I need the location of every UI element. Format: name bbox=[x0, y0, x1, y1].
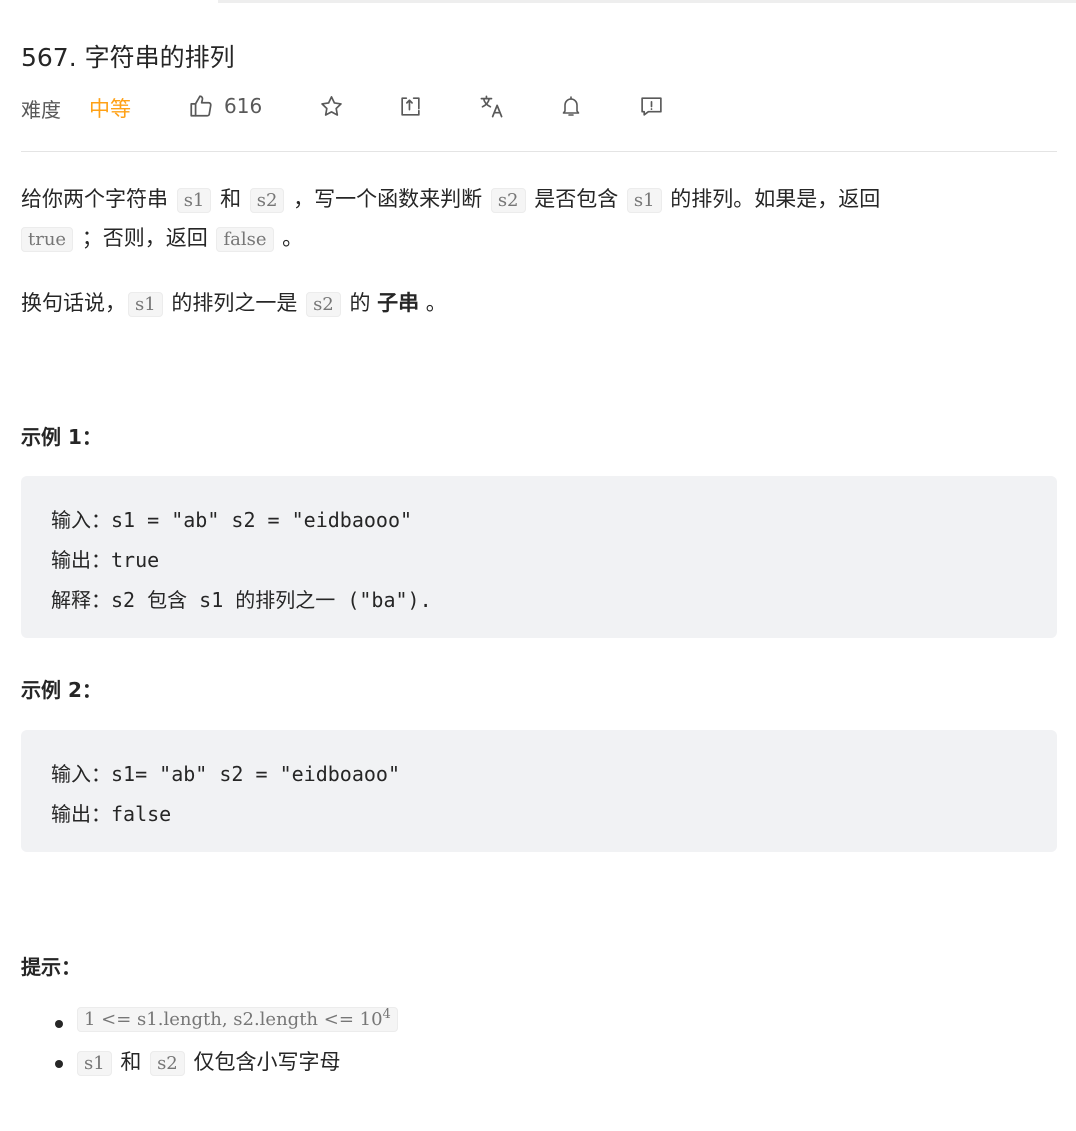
subscribe-button[interactable] bbox=[559, 92, 583, 120]
example-2-heading: 示例 2： bbox=[21, 678, 102, 702]
text: 。 bbox=[419, 291, 447, 315]
inline-code: s1 bbox=[176, 188, 212, 213]
bell-icon bbox=[559, 93, 583, 119]
text: 的排列之一是 bbox=[164, 291, 305, 315]
top-scroll-bar bbox=[218, 0, 1076, 3]
text: 的 bbox=[342, 291, 378, 315]
bullet bbox=[55, 1020, 63, 1028]
share-button[interactable] bbox=[398, 92, 423, 120]
inline-code: s2 bbox=[150, 1051, 185, 1076]
text: ，写一个函数来判断 bbox=[286, 187, 489, 211]
list-item: s1 和 s2 仅包含小写字母 bbox=[55, 1046, 341, 1076]
share-icon bbox=[398, 94, 423, 119]
example-1-heading: 示例 1： bbox=[21, 425, 102, 449]
text: ；否则，返回 bbox=[75, 226, 215, 250]
text: 和 bbox=[113, 1050, 149, 1074]
thumbs-up-icon bbox=[188, 93, 214, 119]
example-2-block: 输入：s1= "ab" s2 = "eidboaoo" 输出：false bbox=[21, 730, 1057, 852]
text: 。 bbox=[275, 226, 304, 250]
text: 和 bbox=[213, 187, 248, 211]
like-count: 616 bbox=[224, 94, 263, 118]
example-line: 输出：false bbox=[51, 802, 172, 826]
feedback-button[interactable] bbox=[639, 92, 664, 120]
example-line: 解释：s2 包含 s1 的排列之一 ("ba"). bbox=[51, 588, 432, 612]
difficulty-badge: 中等 bbox=[89, 97, 131, 121]
list-item: 1 <= s1.length, s2.length <= 104 bbox=[55, 1006, 400, 1032]
difficulty-label: 难度 bbox=[21, 98, 61, 122]
example-line: 输出：true bbox=[51, 548, 160, 572]
text: 的排列。如果是，返回 bbox=[663, 187, 881, 211]
bullet bbox=[55, 1060, 63, 1068]
feedback-icon bbox=[639, 94, 664, 119]
problem-meta-bar: 难度 中等 616 bbox=[21, 88, 1057, 124]
inline-code: true bbox=[21, 227, 74, 252]
example-line: 输入：s1 = "ab" s2 = "eidbaooo" bbox=[51, 508, 413, 532]
translate-icon bbox=[478, 93, 505, 120]
text: 换句话说， bbox=[21, 291, 126, 315]
translate-button[interactable] bbox=[478, 92, 505, 120]
example-1-block: 输入：s1 = "ab" s2 = "eidbaooo" 输出：true 解释：… bbox=[21, 476, 1057, 638]
text: 是否包含 bbox=[527, 187, 625, 211]
exponent: 4 bbox=[382, 1007, 391, 1022]
text: 给你两个字符串 bbox=[21, 187, 175, 211]
inline-code: s1 bbox=[128, 292, 163, 317]
text: 仅包含小写字母 bbox=[186, 1050, 341, 1074]
inline-code: s2 bbox=[249, 188, 285, 213]
star-icon bbox=[319, 94, 344, 119]
problem-title: 567. 字符串的排列 bbox=[21, 43, 235, 72]
description-paragraph-2: 换句话说， s1 的排列之一是 s2 的 子串 。 bbox=[21, 280, 1057, 328]
hints-heading: 提示： bbox=[21, 955, 81, 979]
constraint-text: 1 <= s1.length, s2.length <= 10 bbox=[84, 1009, 383, 1030]
like-button[interactable]: 616 bbox=[188, 92, 262, 120]
favorite-button[interactable] bbox=[319, 92, 344, 120]
inline-code: s2 bbox=[490, 188, 526, 213]
meta-divider bbox=[21, 151, 1057, 152]
bold-term: 子串 bbox=[377, 291, 420, 315]
example-line: 输入：s1= "ab" s2 = "eidboaoo" bbox=[51, 762, 400, 786]
description-paragraph-1-line-2: true ；否则，返回 false 。 bbox=[21, 215, 1057, 263]
inline-code: false bbox=[216, 227, 274, 252]
inline-code: s1 bbox=[77, 1051, 112, 1076]
inline-code: s2 bbox=[306, 292, 341, 317]
inline-code: s1 bbox=[626, 188, 662, 213]
inline-code: 1 <= s1.length, s2.length <= 104 bbox=[77, 1007, 398, 1032]
